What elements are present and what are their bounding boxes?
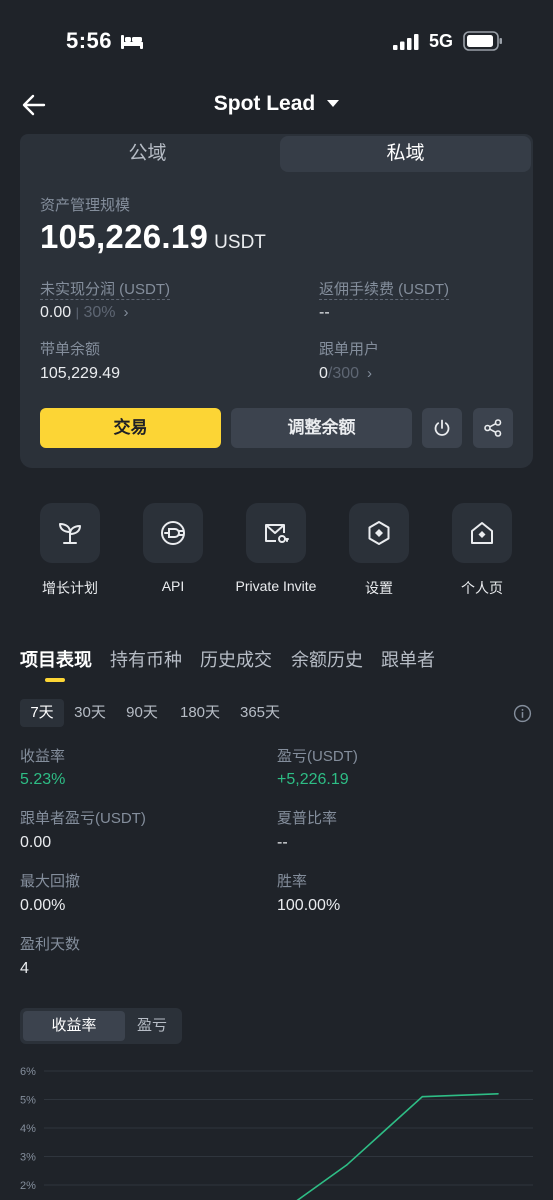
roi-chart: 6% 5% 4% 3% 2% [20, 1066, 533, 1200]
sharpe-label: 夏普比率 [277, 810, 338, 827]
period-180d[interactable]: 180天 [174, 699, 226, 727]
profile-page-button[interactable] [452, 503, 512, 563]
unrealized-row[interactable]: 0.00 | 30% › [40, 304, 128, 322]
win-rate-value: 100.00% [277, 897, 341, 914]
power-icon [434, 419, 450, 436]
followers-current: 0 [319, 365, 328, 382]
max-drawdown-label: 最大回撤 [20, 873, 81, 890]
aum-value: 105,226.19 [40, 218, 209, 255]
rebate-label[interactable]: 返佣手续费 (USDT) [319, 278, 449, 300]
page-title: Spot Lead [213, 92, 316, 115]
settings-button[interactable] [349, 503, 409, 563]
chart-tab-pnl[interactable]: 盈亏 [125, 1011, 179, 1041]
share-icon [484, 419, 502, 437]
roi-value: 5.23% [20, 771, 66, 788]
roi-data-point [345, 1164, 348, 1166]
info-icon[interactable] [513, 704, 532, 723]
y-tick-label: 3% [20, 1152, 36, 1164]
growth-plan-button[interactable] [40, 503, 100, 563]
roi-data-point [421, 1095, 424, 1098]
followers-row[interactable]: 0/300 › [319, 365, 372, 383]
tab-holdings[interactable]: 持有币种 [110, 646, 182, 672]
profile-page-label: 个人页 [461, 580, 503, 596]
status-time: 5:56 [66, 28, 113, 53]
lead-balance-value: 105,229.49 [40, 365, 121, 382]
tab-private-domain[interactable]: 私域 [280, 136, 531, 172]
tab-trade-history[interactable]: 历史成交 [200, 646, 272, 672]
api-button[interactable] [143, 503, 203, 563]
period-7d[interactable]: 7天 [20, 699, 64, 727]
adjust-balance-button[interactable]: 调整余额 [231, 408, 412, 448]
api-plug-icon [161, 521, 185, 545]
profit-days-value: 4 [20, 960, 29, 977]
active-tab-indicator [45, 678, 65, 682]
aum-row: 105,226.19 USDT [40, 218, 266, 256]
unrealized-separator: | [75, 305, 79, 320]
tab-public-domain[interactable]: 公域 [22, 136, 273, 172]
followers-label: 跟单用户 [319, 341, 380, 358]
battery-icon [463, 31, 502, 51]
page-title-selector[interactable]: Spot Lead [0, 92, 553, 116]
network-type: 5G [429, 31, 454, 51]
win-rate-label: 胜率 [277, 873, 308, 890]
chevron-right-icon: › [367, 365, 373, 382]
copier-pnl-value: 0.00 [20, 834, 52, 851]
signal-icon [393, 34, 419, 50]
power-button[interactable] [422, 408, 462, 448]
settings-label: 设置 [365, 580, 393, 596]
settings-hexagon-icon [368, 521, 390, 545]
chevron-right-icon: › [123, 304, 129, 321]
sleep-bed-icon [121, 35, 143, 49]
private-invite-label: Private Invite [235, 578, 317, 594]
y-tick-label: 2% [20, 1180, 36, 1192]
trade-button[interactable]: 交易 [40, 408, 221, 448]
y-tick-label: 6% [20, 1066, 36, 1078]
share-button[interactable] [473, 408, 513, 448]
tab-performance[interactable]: 项目表现 [20, 646, 92, 672]
period-30d[interactable]: 30天 [70, 699, 110, 727]
aum-unit: USDT [214, 232, 266, 253]
y-tick-label: 4% [20, 1123, 36, 1135]
mail-invite-icon [265, 524, 289, 543]
unrealized-label[interactable]: 未实现分润 (USDT) [40, 278, 170, 300]
y-tick-label: 5% [20, 1095, 36, 1107]
copier-pnl-label: 跟单者盈亏(USDT) [20, 810, 146, 827]
profit-days-label: 盈利天数 [20, 936, 81, 953]
lead-balance-label: 带单余额 [40, 341, 101, 358]
unrealized-pct: 30% [83, 304, 116, 321]
aum-label: 资产管理规模 [40, 197, 131, 214]
sprout-icon [59, 523, 81, 544]
private-invite-button[interactable] [246, 503, 306, 563]
roi-label: 收益率 [20, 748, 66, 765]
roi-series-line [296, 1093, 499, 1200]
sharpe-value: -- [277, 834, 288, 851]
followers-max: /300 [327, 365, 360, 382]
chart-toggle: 收益率 盈亏 [20, 1008, 182, 1044]
chart-tab-roi[interactable]: 收益率 [23, 1011, 125, 1041]
max-drawdown-value: 0.00% [20, 897, 66, 914]
period-90d[interactable]: 90天 [120, 699, 164, 727]
rebate-value: -- [319, 304, 330, 321]
growth-plan-label: 增长计划 [42, 580, 98, 596]
pnl-label: 盈亏(USDT) [277, 748, 358, 765]
home-profile-icon [471, 522, 493, 544]
roi-data-point [497, 1093, 499, 1095]
pnl-value: +5,226.19 [277, 771, 349, 788]
period-365d[interactable]: 365天 [234, 699, 286, 727]
domain-tabs: 公域 私域 [20, 134, 533, 174]
unrealized-value: 0.00 [40, 304, 72, 321]
tab-balance-history[interactable]: 余额历史 [291, 646, 363, 672]
caret-down-icon [327, 100, 340, 108]
tab-copiers[interactable]: 跟单者 [381, 646, 435, 672]
api-label: API [161, 578, 185, 594]
